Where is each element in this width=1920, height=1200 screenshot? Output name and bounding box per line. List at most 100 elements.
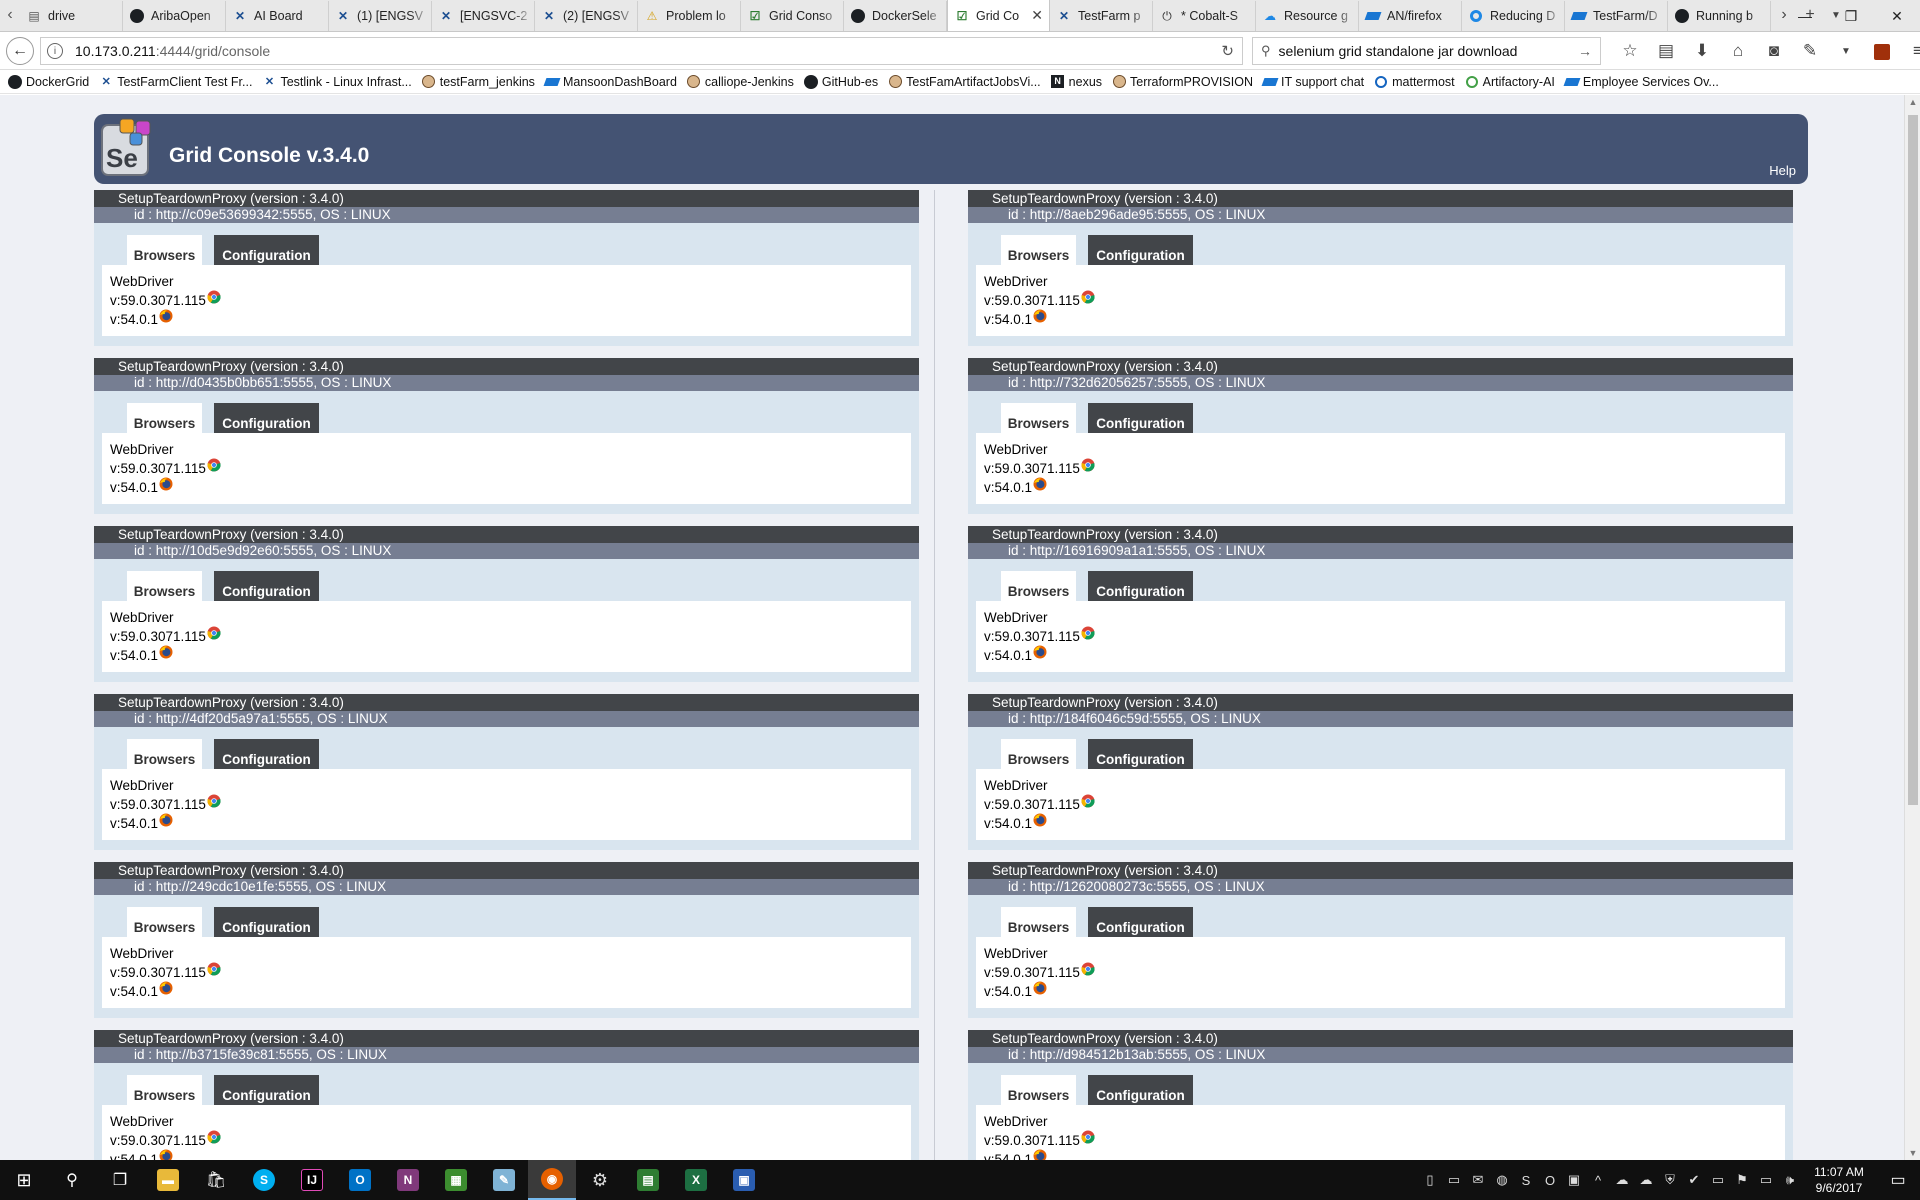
dropdown-icon[interactable]: ▼ <box>1828 46 1864 57</box>
remote-desktop-icon[interactable]: ▣ <box>720 1160 768 1200</box>
sheets-icon[interactable]: ▤ <box>624 1160 672 1200</box>
firefox-slot[interactable]: v:54.0.1 <box>984 813 1785 833</box>
tab-browsers[interactable]: Browsers <box>127 907 202 937</box>
tray-check-icon[interactable]: ✔ <box>1682 1172 1706 1188</box>
firefox-slot[interactable]: v:54.0.1 <box>110 645 911 665</box>
firefox-slot[interactable]: v:54.0.1 <box>984 477 1785 497</box>
tray-mail-icon[interactable]: ✉ <box>1466 1172 1490 1188</box>
tab-configuration[interactable]: Configuration <box>1088 571 1193 601</box>
tab-active[interactable]: ☑ Grid Co ✕ <box>947 0 1050 31</box>
tab-configuration[interactable]: Configuration <box>1088 1075 1193 1105</box>
chrome-slot[interactable]: v:59.0.3071.115 <box>110 962 911 982</box>
bookmark-item[interactable]: IT support chat <box>1261 75 1364 89</box>
chrome-slot[interactable]: v:59.0.3071.115 <box>984 794 1785 814</box>
url-bar[interactable]: i 10.173.0.211:4444/grid/console ↻ <box>40 37 1243 65</box>
tray-usb-icon[interactable]: ▭ <box>1442 1172 1466 1188</box>
clock[interactable]: 11:07 AM 9/6/2017 <box>1802 1164 1876 1196</box>
bookmark-item[interactable]: mattermost <box>1374 75 1455 89</box>
tray-skype-icon[interactable]: S <box>1514 1173 1538 1188</box>
home-icon[interactable]: ⌂ <box>1720 41 1756 61</box>
tab-browsers[interactable]: Browsers <box>1001 907 1076 937</box>
tab[interactable]: ✕ [ENGSVC-2 <box>432 1 535 31</box>
bookmark-item[interactable]: TerraformPROVISION <box>1112 75 1253 89</box>
search-icon[interactable]: ⚲ <box>48 1160 96 1200</box>
tab-configuration[interactable]: Configuration <box>214 235 319 265</box>
firefox-slot[interactable]: v:54.0.1 <box>110 981 911 1001</box>
close-tab-icon[interactable]: ✕ <box>1031 7 1043 24</box>
tab[interactable]: ✕ TestFarm p <box>1050 1 1153 31</box>
app-icon[interactable]: ▦ <box>432 1160 480 1200</box>
tab[interactable]: AribaOpen <box>123 1 226 31</box>
action-center-icon[interactable]: ▭ <box>1876 1170 1920 1190</box>
search-input[interactable]: selenium grid standalone jar download <box>1279 43 1518 59</box>
firefox-icon[interactable]: ◉ <box>528 1160 576 1200</box>
firefox-slot[interactable]: v:54.0.1 <box>984 309 1785 329</box>
tab-configuration[interactable]: Configuration <box>1088 235 1193 265</box>
tab[interactable]: ☑ Grid Conso <box>741 1 844 31</box>
tab[interactable]: ⏻ * Cobalt-S <box>1153 1 1256 31</box>
firefox-slot[interactable]: v:54.0.1 <box>110 309 911 329</box>
close-window-icon[interactable]: ✕ <box>1874 0 1920 32</box>
scrollbar-thumb[interactable] <box>1908 115 1918 805</box>
bookmark-item[interactable]: Employee Services Ov... <box>1563 75 1719 89</box>
tray-onedrive-icon[interactable]: ☁ <box>1634 1172 1658 1188</box>
tab[interactable]: AN/firefox <box>1359 1 1462 31</box>
vertical-scrollbar[interactable]: ▲ ▼ <box>1904 95 1920 1160</box>
firefox-slot[interactable]: v:54.0.1 <box>984 1149 1785 1160</box>
tab-browsers[interactable]: Browsers <box>1001 571 1076 601</box>
tab-browsers[interactable]: Browsers <box>127 235 202 265</box>
scroll-up-icon[interactable]: ▲ <box>1905 97 1920 107</box>
tab-configuration[interactable]: Configuration <box>1088 739 1193 769</box>
extension-icon[interactable]: ✎ <box>1792 41 1828 61</box>
tray-network-icon[interactable]: ▭ <box>1706 1172 1730 1188</box>
pocket-icon[interactable]: ◙ <box>1756 41 1792 61</box>
firefox-slot[interactable]: v:54.0.1 <box>984 981 1785 1001</box>
addon-icon[interactable] <box>1864 41 1900 61</box>
restore-icon[interactable]: ❐ <box>1828 0 1874 32</box>
tray-chevron-icon[interactable]: ^ <box>1586 1173 1610 1188</box>
tab[interactable]: ✕ AI Board <box>226 1 329 31</box>
search-bar[interactable]: ⚲ selenium grid standalone jar download … <box>1252 37 1601 65</box>
chrome-slot[interactable]: v:59.0.3071.115 <box>984 290 1785 310</box>
tab-configuration[interactable]: Configuration <box>1088 907 1193 937</box>
tab[interactable]: ⚠ Problem lo <box>638 1 741 31</box>
chrome-slot[interactable]: v:59.0.3071.115 <box>110 458 911 478</box>
bookmark-item[interactable]: calliope-Jenkins <box>687 75 794 89</box>
firefox-slot[interactable]: v:54.0.1 <box>110 813 911 833</box>
bookmark-item[interactable]: MansoonDashBoard <box>543 75 677 89</box>
menu-icon[interactable]: ≡ <box>1900 41 1920 61</box>
scroll-down-icon[interactable]: ▼ <box>1905 1148 1920 1158</box>
tab-configuration[interactable]: Configuration <box>214 739 319 769</box>
bookmark-star-icon[interactable]: ☆ <box>1612 41 1648 61</box>
tab[interactable]: ▤ drive <box>20 1 123 31</box>
reading-list-icon[interactable]: ▤ <box>1648 41 1684 61</box>
chrome-slot[interactable]: v:59.0.3071.115 <box>110 1130 911 1150</box>
tab[interactable]: TestFarm/D <box>1565 1 1668 31</box>
onenote-icon[interactable]: N <box>384 1160 432 1200</box>
excel-icon[interactable]: X <box>672 1160 720 1200</box>
tray-office-icon[interactable]: O <box>1538 1173 1562 1188</box>
tab[interactable]: ✕ (2) [ENGSV <box>535 1 638 31</box>
chrome-slot[interactable]: v:59.0.3071.115 <box>110 290 911 310</box>
tab-configuration[interactable]: Configuration <box>214 571 319 601</box>
tab-configuration[interactable]: Configuration <box>214 907 319 937</box>
bookmark-item[interactable]: Nnexus <box>1051 75 1102 89</box>
tab-browsers[interactable]: Browsers <box>1001 739 1076 769</box>
tab[interactable]: Running b <box>1668 1 1771 31</box>
task-view-icon[interactable]: ❐ <box>96 1160 144 1200</box>
settings-icon[interactable]: ⚙ <box>576 1160 624 1200</box>
notepad-icon[interactable]: ✎ <box>480 1160 528 1200</box>
firefox-slot[interactable]: v:54.0.1 <box>110 1149 911 1160</box>
tray-vpn-icon[interactable]: ◍ <box>1490 1172 1514 1188</box>
tab[interactable]: ✕ (1) [ENGSV <box>329 1 432 31</box>
tab-browsers[interactable]: Browsers <box>127 1075 202 1105</box>
tab-browsers[interactable]: Browsers <box>127 739 202 769</box>
tab-browsers[interactable]: Browsers <box>1001 235 1076 265</box>
chrome-slot[interactable]: v:59.0.3071.115 <box>110 794 911 814</box>
tray-flag-icon[interactable]: ⚑ <box>1730 1172 1754 1188</box>
bookmark-item[interactable]: DockerGrid <box>8 74 89 89</box>
info-icon[interactable]: i <box>47 43 63 59</box>
bookmark-item[interactable]: ✕ TestFarmClient Test Fr... <box>99 75 253 89</box>
tab-browsers[interactable]: Browsers <box>1001 403 1076 433</box>
reload-icon[interactable]: ↻ <box>1221 42 1234 60</box>
